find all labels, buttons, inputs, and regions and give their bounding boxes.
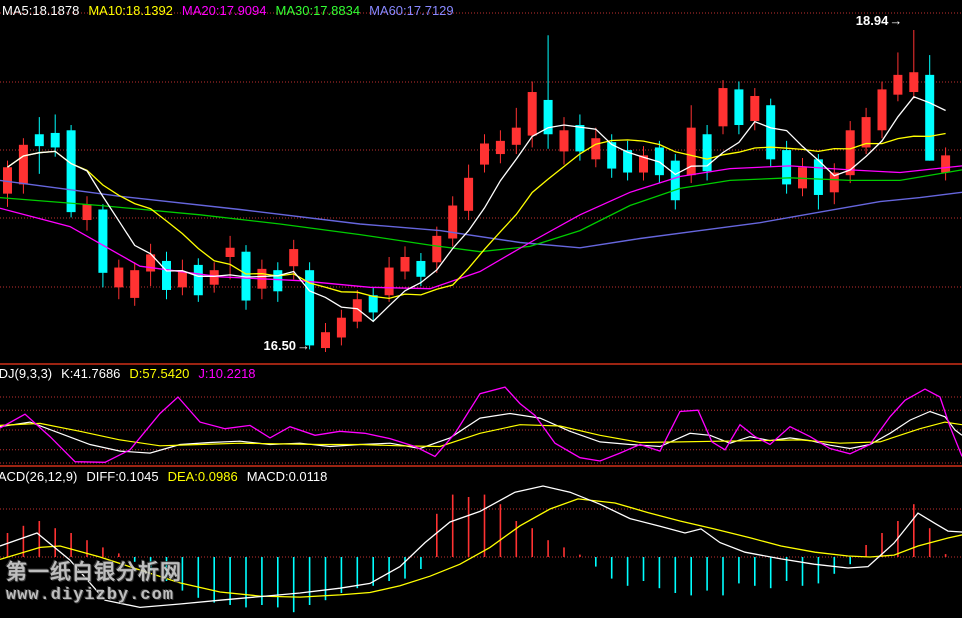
right-arrow-icon: → (889, 13, 902, 28)
high-price-annotation: 18.94→ (856, 13, 903, 28)
kdj-value-label: KDJ(9,3,3) (0, 366, 52, 381)
candle-down (369, 295, 378, 312)
candle-up (941, 155, 950, 172)
ma10-line (8, 134, 946, 299)
candle-up (528, 92, 537, 136)
macd-value-label: DIFF:0.1045 (86, 469, 158, 484)
candle-up (496, 141, 505, 154)
ma-value-label: MA20:17.9094 (182, 3, 267, 18)
macd-indicator-header: MACD(26,12,9) DIFF:0.1045 DEA:0.0986 MACD:0… (0, 469, 336, 484)
candle-down (671, 161, 680, 201)
kdj-value-label: K:41.7686 (61, 366, 120, 381)
chart-window: MA5:18.1878 MA10:18.1392 MA20:17.9094 MA30:… (0, 0, 962, 618)
candle-up (480, 143, 489, 164)
candle-up (432, 236, 441, 262)
candle-up (337, 318, 346, 338)
candle-down (734, 89, 743, 125)
candle-up (226, 248, 235, 257)
watermark-site-name: 第一纸白银分析网 (6, 556, 182, 586)
candle-up (560, 130, 569, 151)
kdj-value-label: D:57.5420 (129, 366, 189, 381)
candle-down (782, 150, 791, 184)
candle-down (766, 105, 775, 159)
high-price-value: 18.94 (856, 13, 889, 28)
ma-value-label: MA60:17.7129 (369, 3, 454, 18)
kdj-indicator-header: KDJ(9,3,3) K:41.7686 D:57.5420 J:10.2218 (0, 366, 265, 381)
candle-up (130, 270, 139, 298)
candle-down (273, 270, 282, 291)
candle-up (401, 257, 410, 272)
candle-up (464, 178, 473, 211)
candle-up (878, 89, 887, 130)
candle-up (591, 138, 600, 159)
candle-down (162, 261, 171, 290)
low-price-annotation: 16.50→ (264, 338, 311, 353)
ma-value-label: MA10:18.1392 (88, 3, 173, 18)
macd-value-label: MACD(26,12,9) (0, 469, 77, 484)
candle-down (35, 134, 44, 146)
ma-value-label: MA30:17.8834 (276, 3, 361, 18)
candle-up (893, 75, 902, 95)
ma-value-label: MA5:18.1878 (2, 3, 79, 18)
candle-up (19, 145, 28, 185)
kdj-j-line (0, 387, 962, 462)
candle-up (178, 272, 187, 288)
ma-indicator-header: MA5:18.1878 MA10:18.1392 MA20:17.9094 MA30:… (2, 3, 463, 18)
kdj-value-label: J:10.2218 (198, 366, 255, 381)
candle-up (321, 332, 330, 348)
candle-down (925, 75, 934, 161)
watermark-site-url: www.diyizby.com (6, 586, 174, 605)
candle-up (512, 128, 521, 145)
macd-value-label: DEA:0.0986 (168, 469, 238, 484)
macd-value-label: MACD:0.0118 (247, 469, 328, 484)
candle-down (51, 133, 60, 148)
candle-up (385, 268, 394, 296)
chart-canvas[interactable] (0, 0, 962, 618)
right-arrow-icon: → (297, 338, 310, 353)
candle-up (719, 88, 728, 126)
candle-up (750, 96, 759, 121)
candle-up (846, 130, 855, 175)
candle-down (98, 209, 107, 272)
candle-down (194, 265, 203, 295)
candle-down (575, 125, 584, 151)
candle-down (814, 159, 823, 195)
candle-down (416, 261, 425, 277)
candle-down (67, 130, 76, 212)
candle-up (210, 270, 219, 285)
candle-up (289, 249, 298, 266)
candle-up (114, 268, 123, 288)
candle-up (83, 204, 92, 220)
low-price-value: 16.50 (264, 338, 297, 353)
candle-up (909, 72, 918, 92)
ma5-line (8, 97, 946, 322)
